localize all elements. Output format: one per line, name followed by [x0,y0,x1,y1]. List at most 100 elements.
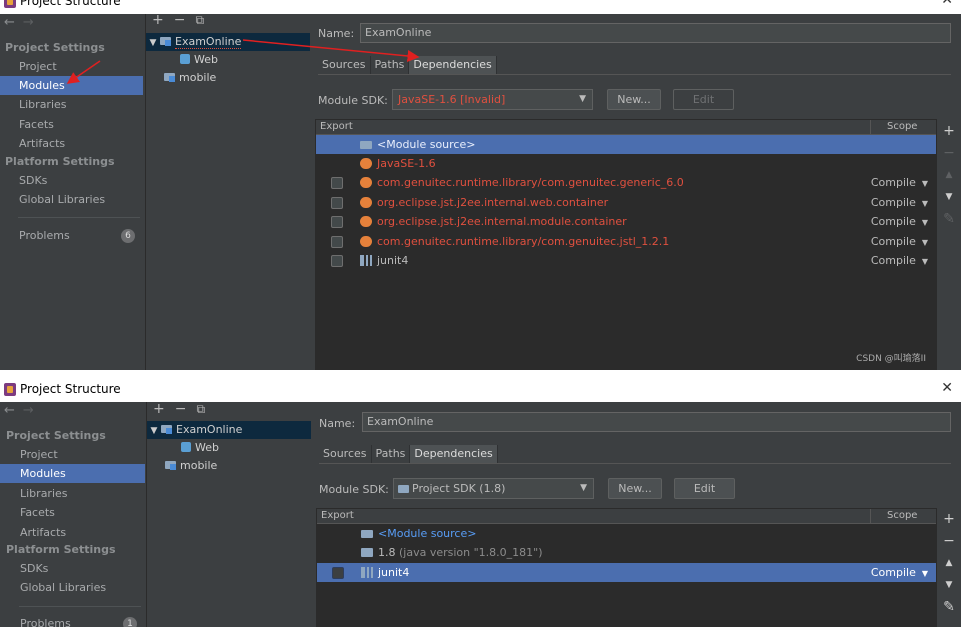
dependency-row-module-source[interactable]: <Module source> [316,135,936,154]
tree-item-label: mobile [180,459,218,472]
sidebar-item-libraries[interactable]: Libraries [0,95,143,114]
nav-arrows: ← → [4,15,42,35]
sidebar-item-libraries[interactable]: Libraries [0,484,145,503]
tree-item-web[interactable]: Web [146,51,310,69]
scope-dropdown[interactable]: Compile ▼ [871,212,928,232]
tab-dependencies[interactable]: Dependencies [410,445,498,463]
add-icon[interactable]: + [940,120,958,142]
tree-item-examonline[interactable]: ▼ ExamOnline [147,421,311,439]
module-name-field[interactable]: ExamOnline [360,23,951,43]
export-column-header[interactable]: Export [321,509,354,523]
project-settings-header: Project Settings [6,429,106,442]
sidebar-item-modules[interactable]: Modules [0,464,145,483]
dependency-row[interactable]: com.genuitec.runtime.library/com.genuite… [316,173,936,192]
dependency-row[interactable]: com.genuitec.runtime.library/com.genuite… [316,232,936,251]
export-checkbox[interactable] [331,236,343,248]
sidebar-item-global-libraries[interactable]: Global Libraries [0,578,145,597]
add-icon[interactable]: + [152,12,164,28]
export-column-header[interactable]: Export [320,120,353,134]
sidebar-item-problems[interactable]: Problems 1 [0,614,145,627]
chevron-down-icon: ▼ [921,257,928,266]
export-checkbox[interactable] [331,216,343,228]
sidebar-item-project[interactable]: Project [0,57,143,76]
sidebar-item-facets[interactable]: Facets [0,503,145,522]
back-arrow-icon[interactable]: ← [4,15,15,30]
module-sdk-select[interactable]: JavaSE-1.6 [Invalid] ▼ [392,89,593,110]
tab-paths[interactable]: Paths [370,56,410,74]
sidebar-item-sdks[interactable]: SDKs [0,559,145,578]
new-sdk-button[interactable]: New... [607,89,661,110]
sidebar-item-modules[interactable]: Modules [0,76,143,95]
module-sdk-select[interactable]: Project SDK (1.8) ▼ [393,478,594,499]
export-checkbox[interactable] [331,197,343,209]
move-up-icon: ▲ [945,170,953,180]
module-folder-icon [160,37,171,46]
new-sdk-button[interactable]: New... [608,478,662,499]
tab-paths[interactable]: Paths [371,445,411,463]
table-header: Export Scope [316,120,936,135]
remove-icon[interactable]: − [174,12,186,28]
intellij-app-icon [4,383,16,396]
back-arrow-icon[interactable]: ← [4,403,15,418]
tree-item-web[interactable]: Web [147,439,311,457]
module-folder-icon [165,461,176,470]
dependency-row-jdk[interactable]: 1.8 (java version "1.8.0_181") [317,543,936,562]
module-name-field[interactable]: ExamOnline [362,412,951,432]
sidebar-separator [18,217,140,218]
expand-triangle-icon[interactable]: ▼ [146,34,160,52]
jdk-version-note: (java version "1.8.0_181") [395,546,543,559]
dependency-row[interactable]: org.eclipse.jst.j2ee.internal.web.contai… [316,193,936,212]
sidebar-item-global-libraries[interactable]: Global Libraries [0,190,143,209]
tab-dependencies[interactable]: Dependencies [409,56,497,74]
tree-item-examonline[interactable]: ▼ ExamOnline [146,33,310,51]
forward-arrow-icon[interactable]: → [23,15,34,30]
scope-column-header[interactable]: Scope [870,509,936,523]
forward-arrow-icon[interactable]: → [23,403,34,418]
remove-icon[interactable]: − [175,401,187,417]
edit-icon[interactable]: ✎ [940,596,958,618]
export-checkbox[interactable] [331,177,343,189]
scope-dropdown[interactable]: Compile ▼ [871,193,928,213]
dependency-name: <Module source> [377,138,476,151]
tree-item-mobile[interactable]: mobile [146,69,310,87]
scope-dropdown[interactable]: Compile ▼ [871,563,928,583]
scope-dropdown[interactable]: Compile ▼ [871,251,928,271]
tab-sources[interactable]: Sources [318,56,371,74]
sidebar-item-artifacts[interactable]: Artifacts [0,134,143,153]
scope-column-header[interactable]: Scope [870,120,936,134]
sidebar-item-project[interactable]: Project [0,445,145,464]
dependency-name: <Module source> [378,527,477,540]
scope-dropdown[interactable]: Compile ▼ [871,173,928,193]
export-checkbox[interactable] [331,255,343,267]
jdk-folder-icon [361,548,373,557]
copy-icon[interactable]: ⧉ [195,13,204,27]
copy-icon[interactable]: ⧉ [196,402,205,416]
move-down-icon[interactable]: ▼ [940,574,958,596]
expand-triangle-icon[interactable]: ▼ [147,422,161,440]
dependency-row[interactable]: junit4 Compile ▼ [316,251,936,270]
dependencies-table: Export Scope <Module source> JavaSE-1.6 … [315,119,937,370]
tree-item-mobile[interactable]: mobile [147,457,311,475]
module-sdk-label: Module SDK: [319,483,389,496]
sidebar-item-problems[interactable]: Problems 6 [0,226,143,245]
tab-sources[interactable]: Sources [319,445,372,463]
dependency-row-module-source[interactable]: <Module source> [317,524,936,543]
close-icon[interactable]: ✕ [941,380,953,396]
add-icon[interactable]: + [940,508,958,530]
scope-dropdown[interactable]: Compile ▼ [871,232,928,252]
dependency-row[interactable]: org.eclipse.jst.j2ee.internal.module.con… [316,212,936,231]
sidebar-item-facets[interactable]: Facets [0,115,143,134]
export-checkbox[interactable] [332,567,344,579]
dependency-name: JavaSE-1.6 [377,157,436,170]
move-up-icon[interactable]: ▲ [940,552,958,574]
add-icon[interactable]: + [153,401,165,417]
window-title: Project Structure [20,382,121,396]
sidebar-item-artifacts[interactable]: Artifacts [0,523,145,542]
sidebar-item-sdks[interactable]: SDKs [0,171,143,190]
close-icon[interactable]: ✕ [941,0,953,8]
move-down-icon[interactable]: ▼ [940,186,958,208]
dependency-row[interactable]: junit4 Compile ▼ [317,563,936,582]
edit-sdk-button[interactable]: Edit [674,478,735,499]
remove-icon[interactable]: − [940,530,958,552]
dependency-row-jdk[interactable]: JavaSE-1.6 [316,154,936,173]
